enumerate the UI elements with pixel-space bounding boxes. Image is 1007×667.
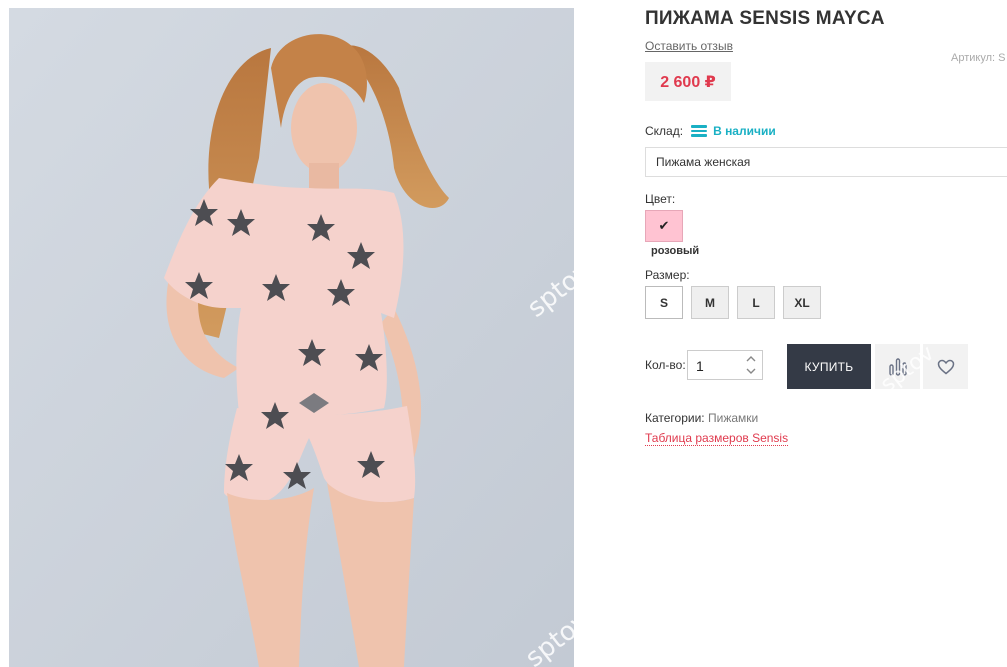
size-option-m[interactable]: M [691, 286, 729, 319]
sku-label: Артикул: S [951, 52, 1006, 64]
price-box: 2 600 ₽ [645, 62, 731, 101]
variant-select[interactable]: Пижама женская [645, 147, 1007, 177]
quantity-stepper[interactable]: 1 [687, 350, 763, 380]
size-option-s[interactable]: S [645, 286, 683, 319]
chevron-up-icon[interactable] [744, 353, 758, 365]
price: 2 600 ₽ [660, 73, 716, 91]
size-option-l[interactable]: L [737, 286, 775, 319]
categories-label: Категории: [645, 411, 705, 425]
checkmark-icon: ✔ [658, 218, 670, 233]
size-label: Размер: [645, 268, 690, 282]
leave-review-link[interactable]: Оставить отзыв [645, 39, 733, 53]
product-title: ПИЖАМА SENSIS MAYCA [645, 8, 885, 29]
quantity-label: Кол-во: [645, 358, 686, 372]
categories: Категории: Пижамки [645, 411, 758, 425]
size-table-link[interactable]: Таблица размеров Sensis [645, 431, 789, 446]
size-option-xl[interactable]: XL [783, 286, 821, 319]
stock-lines-icon [691, 125, 708, 137]
stock-status: В наличии [713, 124, 776, 138]
heart-icon [937, 359, 954, 374]
quantity-input[interactable]: 1 [696, 358, 704, 374]
stock-row: Склад: В наличии [645, 124, 776, 138]
category-link[interactable]: Пижамки [708, 411, 758, 425]
chevron-down-icon[interactable] [744, 366, 758, 378]
size-options: S M L XL [645, 286, 829, 319]
product-photo[interactable] [9, 8, 574, 667]
color-label: Цвет: [645, 192, 676, 206]
stock-label: Склад: [645, 124, 684, 138]
buy-button[interactable]: КУПИТЬ [787, 344, 871, 389]
product-photo-illustration [9, 8, 574, 667]
color-name: розовый [651, 245, 700, 257]
color-swatch-pink[interactable]: ✔ [645, 210, 683, 242]
